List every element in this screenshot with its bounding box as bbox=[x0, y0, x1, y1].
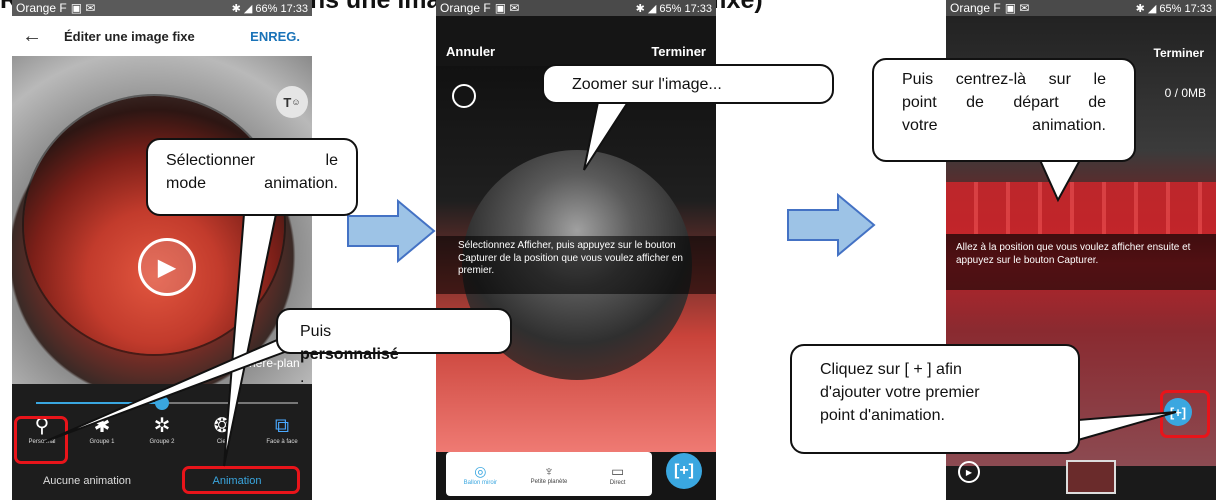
callout-center: Puis centrez-là sur le point de départ d… bbox=[872, 58, 1136, 162]
callout-zoom: Zoomer sur l'image... bbox=[542, 64, 834, 104]
callout-select-mode: Sélectionner le mode animation. bbox=[146, 138, 358, 216]
callout-personalize: Puis personnalisé. bbox=[276, 308, 512, 386]
callout-add-point: Cliquez sur [ + ] afin d'ajouter votre p… bbox=[790, 344, 1080, 454]
